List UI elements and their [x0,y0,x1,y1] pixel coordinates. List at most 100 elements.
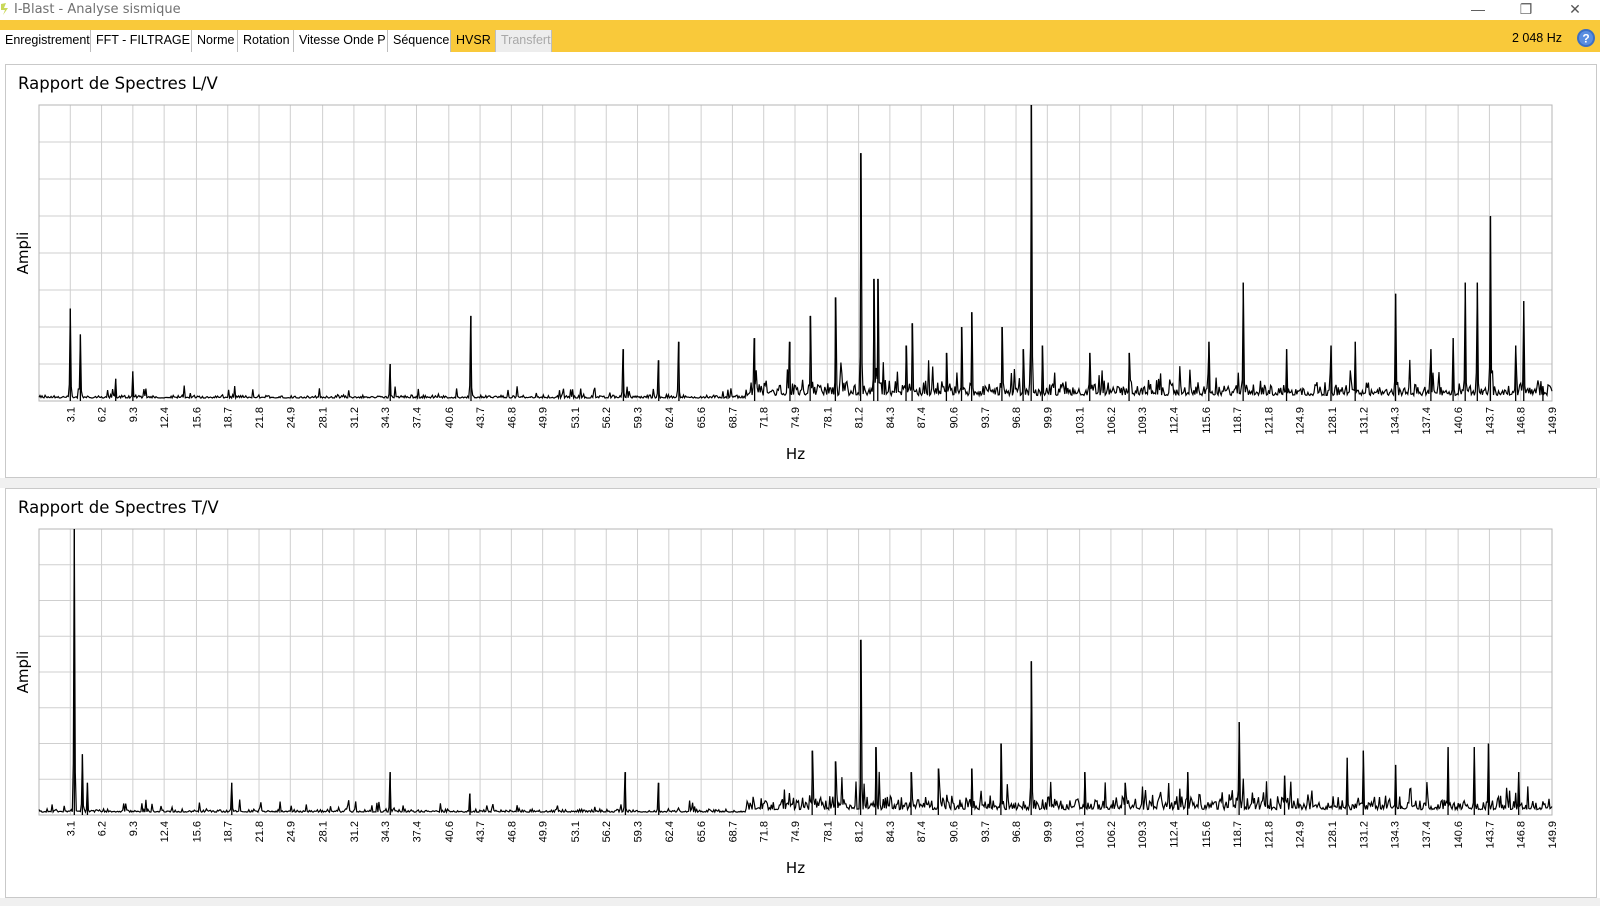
x-tick-label: 31.2 [349,407,361,428]
window-title: I-Blast - Analyse sismique [14,2,181,17]
lv-spectrum-chart: 3.1 6.2 9.3 12.4 15.6 18.7 21.8 24.9 28.1 31.2 34.… [14,104,1559,463]
x-tick-label: 90.6 [948,407,960,428]
chart-grid [38,104,1553,402]
help-icon[interactable]: ? [1576,28,1596,48]
x-tick-label: 112.4 [1168,821,1180,848]
x-tick-label: 112.4 [1168,407,1180,434]
x-tick-label: 140.6 [1453,821,1465,849]
x-tick-label: 118.7 [1232,407,1244,434]
x-tick-label: 15.6 [191,821,203,842]
chart-grid [38,528,1553,816]
x-tick-label: 96.8 [1011,821,1023,842]
x-tick-label: 18.7 [223,821,235,842]
x-tick-label: 103.1 [1075,407,1087,435]
x-tick-label: 28.1 [318,407,330,428]
x-tick-label: 12.4 [159,821,171,842]
x-tick-label: 37.4 [411,821,423,842]
x-tick-label: 3.1 [65,821,77,836]
x-tick-label: 84.3 [885,407,897,428]
tab-vitesse-onde-p[interactable]: Vitesse Onde P [294,30,388,52]
sampling-frequency: 2 048 Hz [1511,31,1562,45]
x-tick-labels: 3.1 6.2 9.3 12.4 15.6 18.7 21.8 24.9 28.1 31.2 34.… [65,821,1559,849]
x-tick-label: 99.9 [1042,407,1054,428]
x-tick-label: 12.4 [159,407,171,428]
x-tick-label: 78.1 [822,821,834,842]
x-tick-label: 143.7 [1484,821,1496,849]
x-tick-label: 15.6 [191,407,203,428]
x-tick-label: 115.6 [1201,821,1213,848]
x-tick-label: 34.3 [380,407,392,428]
minimize-button[interactable]: — [1455,0,1501,20]
x-tick-label: 71.8 [759,407,771,428]
x-tick-label: 40.6 [444,821,456,842]
restore-button[interactable]: ❐ [1503,0,1549,20]
x-tick-label: 21.8 [254,407,266,428]
x-tick-label: 53.1 [570,821,582,842]
close-button[interactable]: ✕ [1552,0,1598,20]
x-tick-label: 6.2 [97,821,109,836]
x-tick-label: 62.4 [664,407,676,428]
x-tick-label: 121.8 [1263,821,1275,849]
x-axis-label: Hz [786,445,805,463]
x-tick-label: 131.2 [1358,821,1370,849]
x-tick-label: 128.1 [1327,821,1339,849]
x-tick-label: 96.8 [1011,407,1023,428]
x-tick-label: 81.2 [854,821,866,842]
x-tick-label: 46.8 [506,821,518,842]
x-axis-label: Hz [786,859,805,877]
x-tick-label: 81.2 [854,407,866,428]
x-tick-label: 18.7 [223,407,235,428]
x-tick-label: 87.4 [916,407,928,428]
x-tick-label: 43.7 [475,407,487,428]
x-tick-label: 65.6 [696,821,708,842]
x-tick-label: 137.4 [1421,821,1433,849]
x-tick-label: 140.6 [1453,407,1465,435]
x-tick-label: 137.4 [1421,407,1433,435]
tab-sequence[interactable]: Séquence [388,30,451,52]
x-tick-label: 62.4 [664,821,676,842]
x-tick-label: 84.3 [885,821,897,842]
x-tick-label: 71.8 [759,821,771,842]
x-tick-label: 99.9 [1042,821,1054,842]
x-tick-label: 46.8 [506,407,518,428]
tab-fft-filtrage[interactable]: FFT - FILTRAGE [91,30,192,52]
app-logo-icon [1,3,8,15]
tab-hvsr[interactable]: HVSR [451,30,496,52]
tv-ratio-panel: Rapport de Spectres T/V 3.1 6.2 9.3 12.4 15.… [5,488,1597,898]
tv-spectrum-chart: 3.1 6.2 9.3 12.4 15.6 18.7 21.8 24.9 28.1 31.2 34.… [14,528,1559,877]
x-tick-label: 68.7 [727,407,739,428]
x-tick-label: 59.3 [633,821,645,842]
x-tick-label: 28.1 [318,821,330,842]
panel-separator [0,478,1600,488]
x-tick-label: 149.9 [1547,407,1559,435]
x-tick-label: 149.9 [1547,821,1559,849]
tab-norme[interactable]: Norme [192,30,238,52]
x-tick-label: 124.9 [1295,407,1307,435]
x-tick-label: 40.6 [444,407,456,428]
x-tick-label: 53.1 [570,407,582,428]
x-tick-label: 74.9 [790,407,802,428]
x-tick-label: 134.3 [1390,821,1402,849]
x-tick-label: 49.9 [538,821,550,842]
x-tick-label: 9.3 [128,407,140,422]
tab-transfert: Transfert [496,30,552,52]
tab-rotation[interactable]: Rotation [238,30,294,52]
x-tick-label: 106.2 [1106,407,1118,435]
x-tick-label: 118.7 [1232,821,1244,848]
x-tick-label: 90.6 [948,821,960,842]
x-tick-label: 115.6 [1201,407,1213,434]
x-tick-label: 93.7 [980,821,992,842]
x-tick-label: 3.1 [65,407,77,422]
x-tick-label: 43.7 [475,821,487,842]
x-tick-label: 24.9 [285,407,297,428]
x-tick-label: 24.9 [285,821,297,842]
x-tick-label: 59.3 [633,407,645,428]
x-tick-label: 34.3 [380,821,392,842]
x-tick-label: 93.7 [980,407,992,428]
tab-enregistrement[interactable]: Enregistrement [0,30,91,52]
x-tick-label: 146.8 [1516,821,1528,849]
x-tick-labels: 3.1 6.2 9.3 12.4 15.6 18.7 21.8 24.9 28.1 31.2 34.… [65,407,1559,435]
x-tick-label: 6.2 [97,407,109,422]
lv-ratio-panel: Rapport de Spectres L/V 3.1 6.2 9.3 12.4 15.… [5,64,1597,478]
x-tick-label: 124.9 [1295,821,1307,849]
